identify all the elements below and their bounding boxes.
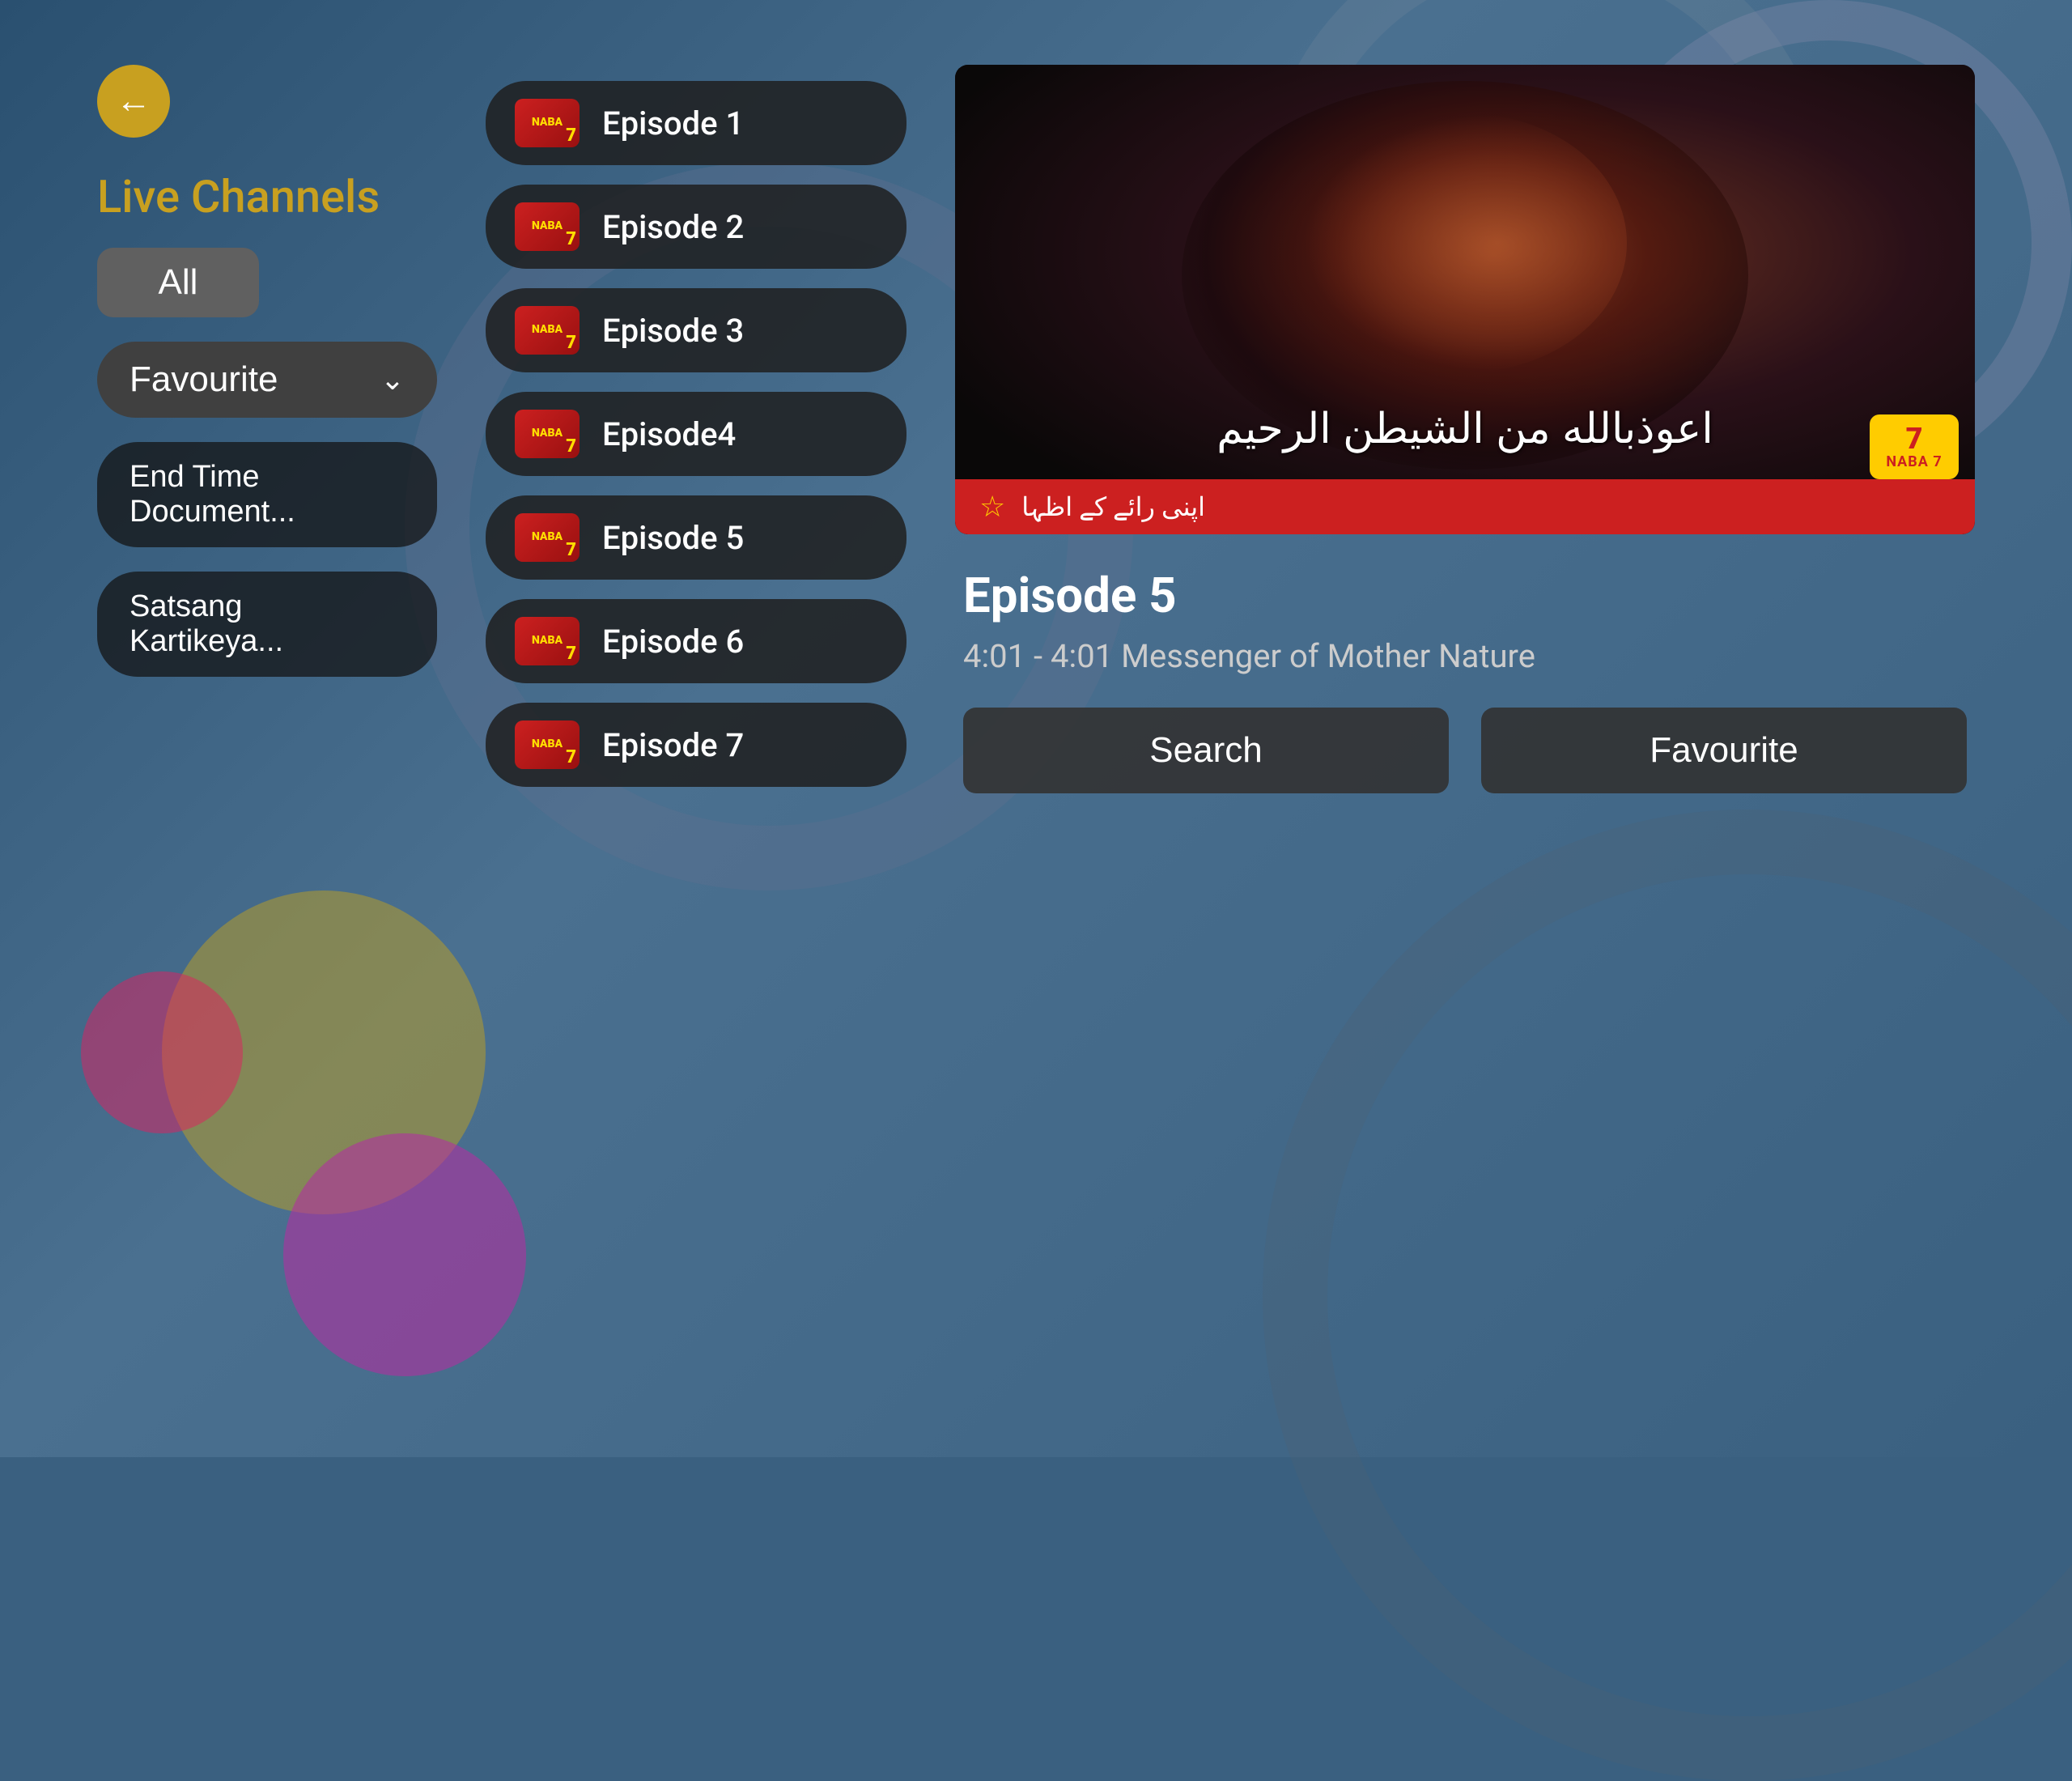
episode-item-7[interactable]: NABA 7 Episode 7	[486, 703, 906, 787]
detail-panel: اعوذبالله من الشيطن الرحيم ☆ اپنی رائے ک…	[955, 65, 1975, 1392]
episode-thumb-4: NABA 7	[515, 410, 580, 458]
video-preview[interactable]: اعوذبالله من الشيطن الرحيم ☆ اپنی رائے ک…	[955, 65, 1975, 534]
favourite-filter-label: Favourite	[130, 359, 278, 400]
episode-label-7: Episode 7	[602, 726, 744, 764]
chevron-down-icon: ⌄	[380, 363, 405, 397]
channel-item-end-time[interactable]: End Time Document...	[97, 442, 437, 547]
episode-item-5[interactable]: NABA 7 Episode 5	[486, 495, 906, 580]
action-buttons: Search Favourite	[955, 708, 1975, 793]
episode-thumb-5: NABA 7	[515, 513, 580, 562]
ticker-text: اپنی رائے کے اظہا	[1021, 491, 1205, 522]
channel-logo: 7 NABA 7	[1870, 414, 1959, 479]
favourite-button[interactable]: Favourite	[1481, 708, 1967, 793]
episode-item-3[interactable]: NABA 7 Episode 3	[486, 288, 906, 372]
ticker-star-icon: ☆	[979, 490, 1005, 524]
episode-info: Episode 5 4:01 - 4:01 Messenger of Mothe…	[955, 567, 1975, 675]
episode-item-4[interactable]: NABA 7 Episode4	[486, 392, 906, 476]
detail-episode-subtitle: 4:01 - 4:01 Messenger of Mother Nature	[963, 637, 1967, 675]
video-ticker: ☆ اپنی رائے کے اظہا	[955, 479, 1975, 534]
sidebar-title: Live Channels	[97, 170, 437, 223]
episodes-list: NABA 7 Episode 1 NABA 7 Episode 2 NABA 7…	[486, 65, 906, 1392]
episode-thumb-1: NABA 7	[515, 99, 580, 147]
episode-thumb-3: NABA 7	[515, 306, 580, 355]
video-arabic-text: اعوذبالله من الشيطن الرحيم	[1216, 405, 1713, 453]
episode-label-4: Episode4	[602, 415, 736, 453]
episode-label-2: Episode 2	[602, 208, 744, 246]
episode-label-6: Episode 6	[602, 623, 744, 661]
episode-item-2[interactable]: NABA 7 Episode 2	[486, 185, 906, 269]
logo-number: 7	[1906, 424, 1923, 453]
back-button[interactable]: ←	[97, 65, 170, 138]
sidebar: ← Live Channels All Favourite ⌄ End Time…	[97, 65, 437, 1392]
back-arrow-icon: ←	[116, 83, 151, 119]
favourite-filter-button[interactable]: Favourite ⌄	[97, 342, 437, 418]
episode-label-1: Episode 1	[602, 104, 744, 142]
channel-item-satsang[interactable]: Satsang Kartikeya...	[97, 572, 437, 677]
logo-text: NABA 7	[1886, 453, 1942, 470]
episode-thumb-2: NABA 7	[515, 202, 580, 251]
episode-label-3: Episode 3	[602, 312, 744, 350]
episode-thumb-6: NABA 7	[515, 617, 580, 665]
video-background: اعوذبالله من الشيطن الرحيم ☆ اپنی رائے ک…	[955, 65, 1975, 534]
all-filter-button[interactable]: All	[97, 248, 259, 317]
search-button[interactable]: Search	[963, 708, 1449, 793]
episode-item-1[interactable]: NABA 7 Episode 1	[486, 81, 906, 165]
episode-item-6[interactable]: NABA 7 Episode 6	[486, 599, 906, 683]
main-container: ← Live Channels All Favourite ⌄ End Time…	[0, 0, 2072, 1457]
episode-thumb-7: NABA 7	[515, 720, 580, 769]
detail-episode-title: Episode 5	[963, 567, 1967, 624]
episode-label-5: Episode 5	[602, 519, 744, 557]
